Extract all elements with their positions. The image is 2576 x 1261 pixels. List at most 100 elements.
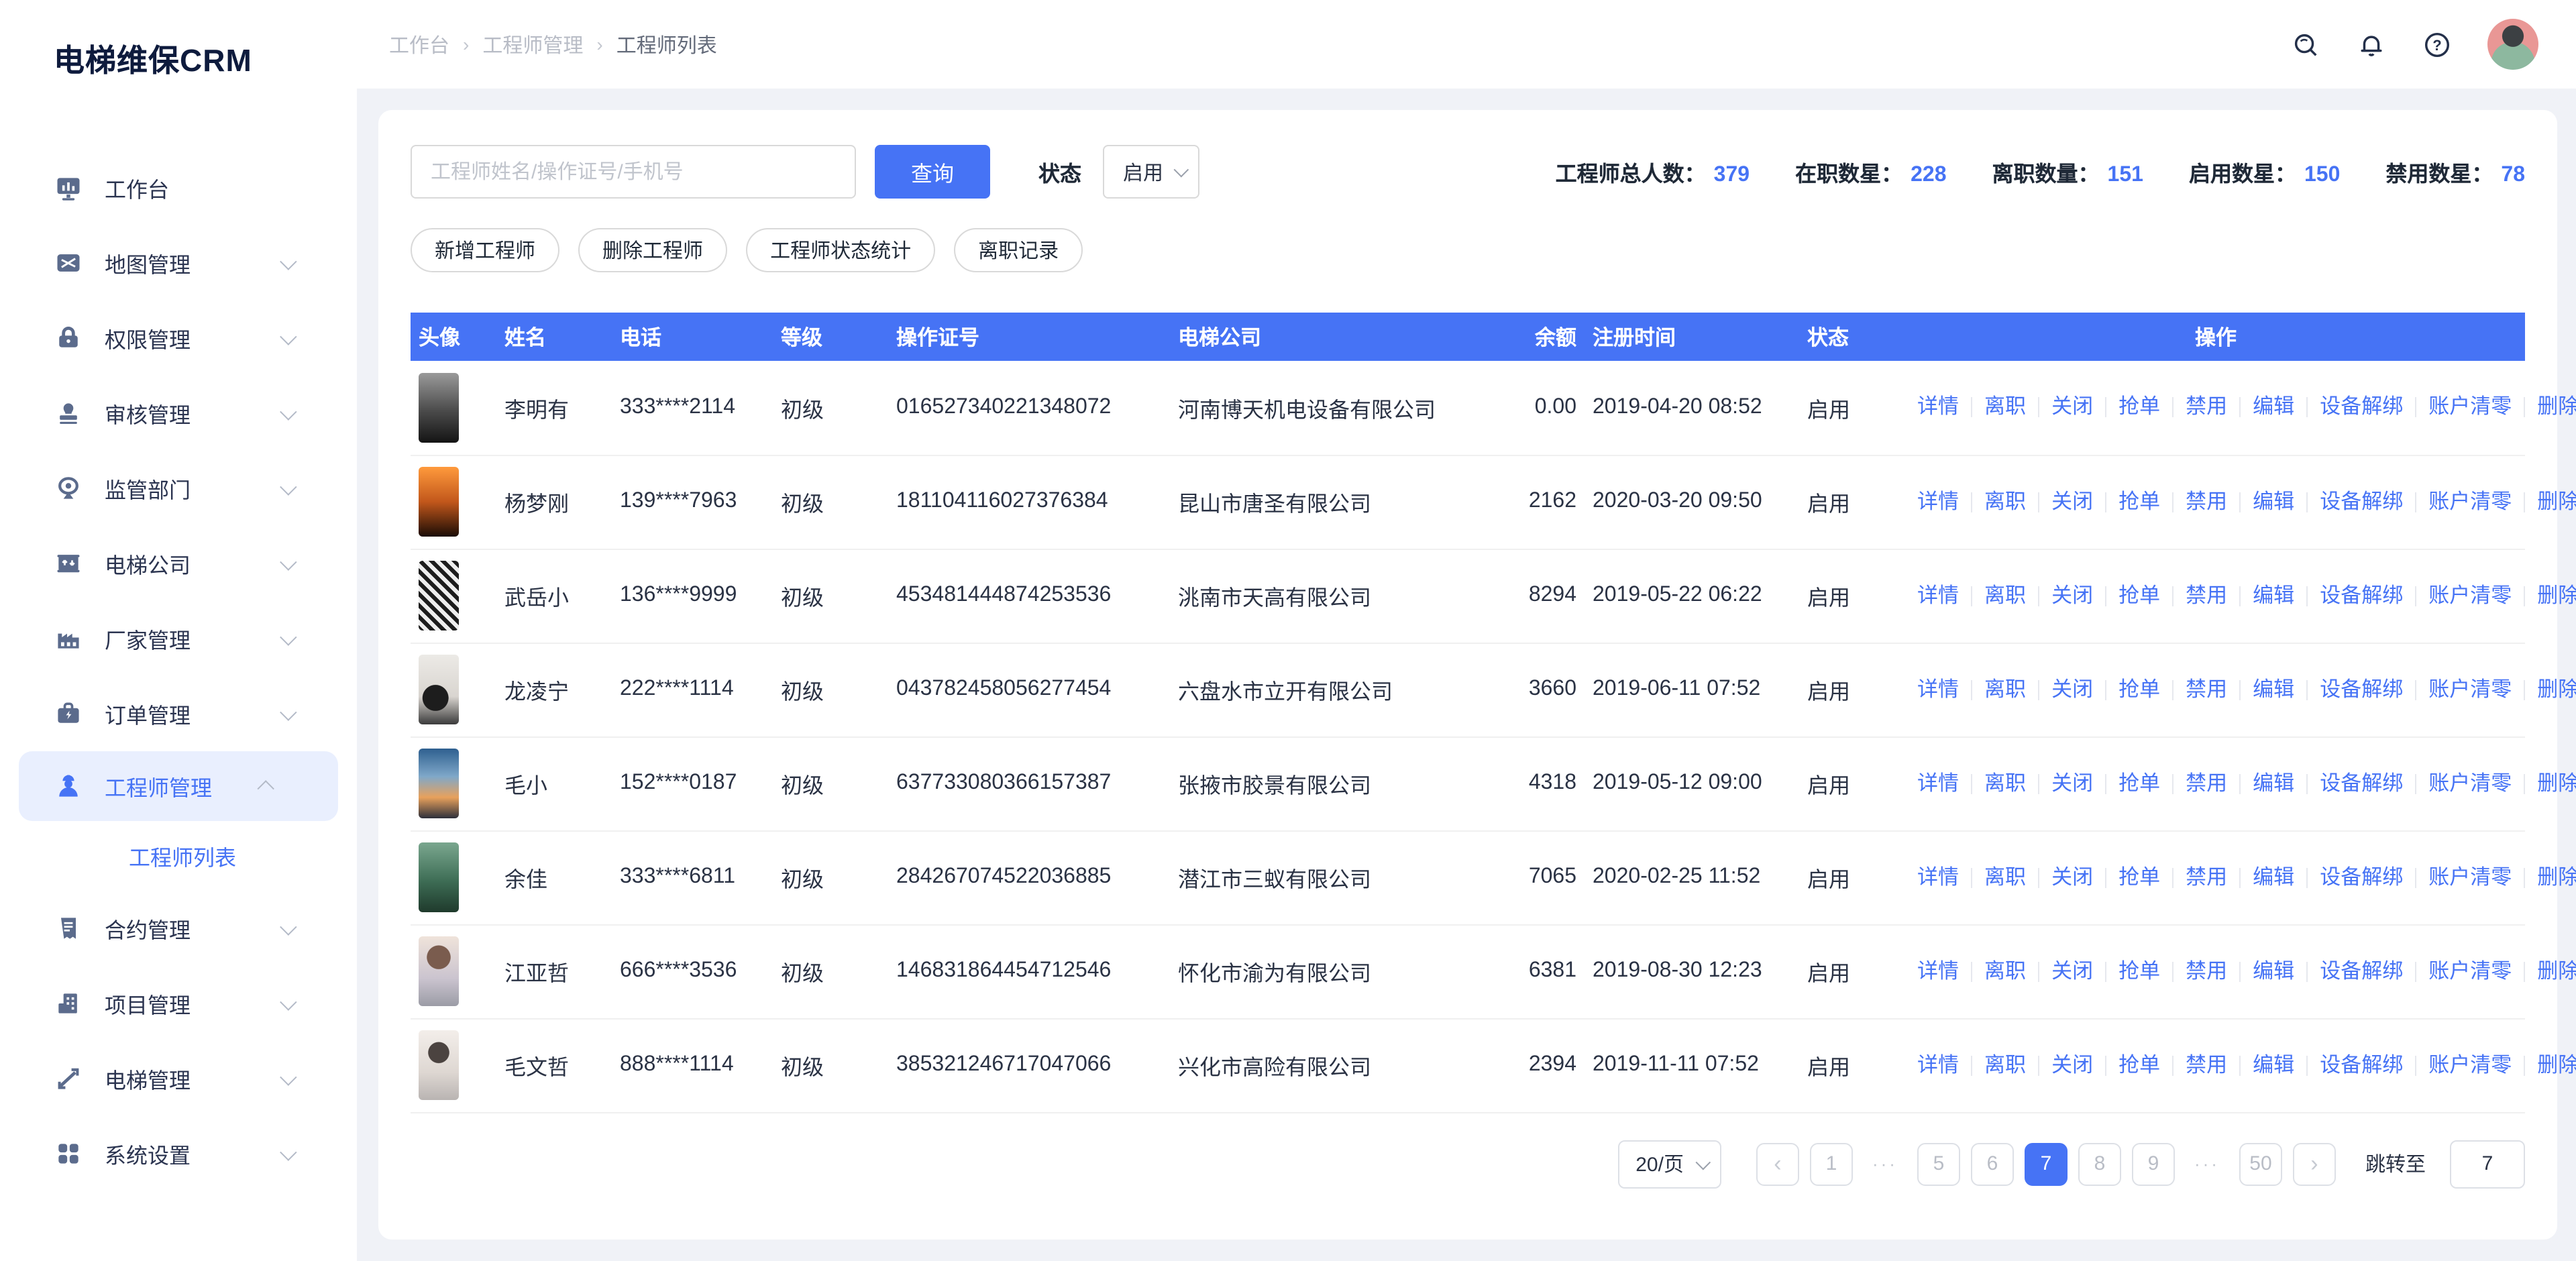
sidebar-item-supervision[interactable]: 监管部门 [0,451,357,526]
action-close[interactable]: 关闭 [2039,961,2106,981]
breadcrumb-item[interactable]: 工程师管理 [482,30,583,58]
action-reset-account[interactable]: 账户清零 [2416,586,2525,606]
sidebar-item-permission[interactable]: 权限管理 [0,300,357,376]
action-disable[interactable]: 禁用 [2174,586,2241,606]
action-resign[interactable]: 离职 [1972,867,2039,887]
action-close[interactable]: 关闭 [2039,492,2106,512]
action-unbind-device[interactable]: 设备解绑 [2308,586,2416,606]
action-grab-order[interactable]: 抢单 [2106,586,2174,606]
action-disable[interactable]: 禁用 [2174,398,2241,418]
sidebar-item-settings[interactable]: 系统设置 [0,1116,357,1191]
page-button-6[interactable]: 6 [1971,1142,2014,1185]
action-resign[interactable]: 离职 [1972,1055,2039,1075]
add-engineer-button[interactable]: 新增工程师 [411,228,559,272]
action-reset-account[interactable]: 账户清零 [2416,492,2525,512]
action-grab-order[interactable]: 抢单 [2106,492,2174,512]
search-input[interactable] [411,145,856,199]
action-edit[interactable]: 编辑 [2241,867,2308,887]
action-detail[interactable]: 详情 [1915,586,1972,606]
action-close[interactable]: 关闭 [2039,867,2106,887]
query-button[interactable]: 查询 [875,145,990,199]
search-icon[interactable] [2290,29,2321,60]
page-size-select[interactable]: 20/页 [1618,1140,1721,1188]
sidebar-item-audit[interactable]: 审核管理 [0,376,357,451]
action-detail[interactable]: 详情 [1915,1055,1972,1075]
action-edit[interactable]: 编辑 [2241,961,2308,981]
page-ellipsis[interactable]: ··· [1864,1142,1907,1185]
action-unbind-device[interactable]: 设备解绑 [2308,679,2416,700]
action-resign[interactable]: 离职 [1972,961,2039,981]
action-detail[interactable]: 详情 [1915,867,1972,887]
action-reset-account[interactable]: 账户清零 [2416,398,2525,418]
action-detail[interactable]: 详情 [1915,398,1972,418]
action-grab-order[interactable]: 抢单 [2106,1055,2174,1075]
action-close[interactable]: 关闭 [2039,586,2106,606]
sidebar-item-elevator[interactable]: 电梯管理 [0,1041,357,1116]
action-delete[interactable]: 删除 [2525,1055,2576,1075]
page-ellipsis[interactable]: ··· [2186,1142,2229,1185]
action-close[interactable]: 关闭 [2039,679,2106,700]
page-button-1[interactable]: 1 [1810,1142,1853,1185]
action-reset-account[interactable]: 账户清零 [2416,679,2525,700]
sidebar-item-workbench[interactable]: 工作台 [0,150,357,225]
user-avatar[interactable] [2487,19,2538,70]
action-resign[interactable]: 离职 [1972,398,2039,418]
action-detail[interactable]: 详情 [1915,773,1972,793]
engineer-status-stats-button[interactable]: 工程师状态统计 [746,228,935,272]
action-unbind-device[interactable]: 设备解绑 [2308,492,2416,512]
action-edit[interactable]: 编辑 [2241,773,2308,793]
help-icon[interactable]: ? [2422,29,2453,60]
action-edit[interactable]: 编辑 [2241,586,2308,606]
breadcrumb-item[interactable]: 工作台 [389,30,449,58]
bell-icon[interactable] [2356,29,2387,60]
sidebar-item-engineer-list[interactable]: 工程师列表 [0,821,357,891]
sidebar-item-elevator-company[interactable]: 电梯公司 [0,526,357,601]
sidebar-item-manufacturer[interactable]: 厂家管理 [0,601,357,676]
action-delete[interactable]: 删除 [2525,961,2576,981]
action-close[interactable]: 关闭 [2039,773,2106,793]
action-unbind-device[interactable]: 设备解绑 [2308,398,2416,418]
action-resign[interactable]: 离职 [1972,492,2039,512]
action-delete[interactable]: 删除 [2525,679,2576,700]
action-disable[interactable]: 禁用 [2174,867,2241,887]
action-reset-account[interactable]: 账户清零 [2416,961,2525,981]
action-unbind-device[interactable]: 设备解绑 [2308,961,2416,981]
action-grab-order[interactable]: 抢单 [2106,679,2174,700]
action-disable[interactable]: 禁用 [2174,773,2241,793]
sidebar-item-engineer[interactable]: 工程师管理 [19,751,338,821]
sidebar-item-project[interactable]: 项目管理 [0,966,357,1041]
action-grab-order[interactable]: 抢单 [2106,961,2174,981]
page-next-button[interactable]: › [2293,1142,2336,1185]
action-resign[interactable]: 离职 [1972,586,2039,606]
page-button-50[interactable]: 50 [2239,1142,2282,1185]
action-detail[interactable]: 详情 [1915,492,1972,512]
resign-records-button[interactable]: 离职记录 [954,228,1083,272]
page-button-9[interactable]: 9 [2132,1142,2175,1185]
action-edit[interactable]: 编辑 [2241,492,2308,512]
page-prev-button[interactable]: ‹ [1756,1142,1799,1185]
action-delete[interactable]: 删除 [2525,867,2576,887]
action-reset-account[interactable]: 账户清零 [2416,867,2525,887]
action-resign[interactable]: 离职 [1972,773,2039,793]
action-disable[interactable]: 禁用 [2174,492,2241,512]
action-close[interactable]: 关闭 [2039,398,2106,418]
sidebar-item-map[interactable]: 地图管理 [0,225,357,300]
action-delete[interactable]: 删除 [2525,586,2576,606]
action-delete[interactable]: 删除 [2525,398,2576,418]
status-select[interactable]: 启用 [1103,145,1199,199]
action-disable[interactable]: 禁用 [2174,679,2241,700]
sidebar-item-contract[interactable]: 合约管理 [0,891,357,966]
action-reset-account[interactable]: 账户清零 [2416,1055,2525,1075]
jump-page-input[interactable] [2450,1140,2525,1188]
sidebar-item-order[interactable]: 订单管理 [0,676,357,751]
action-reset-account[interactable]: 账户清零 [2416,773,2525,793]
action-close[interactable]: 关闭 [2039,1055,2106,1075]
delete-engineer-button[interactable]: 删除工程师 [578,228,727,272]
action-delete[interactable]: 删除 [2525,492,2576,512]
page-button-5[interactable]: 5 [1917,1142,1960,1185]
page-button-8[interactable]: 8 [2078,1142,2121,1185]
action-grab-order[interactable]: 抢单 [2106,398,2174,418]
action-edit[interactable]: 编辑 [2241,679,2308,700]
action-grab-order[interactable]: 抢单 [2106,867,2174,887]
action-edit[interactable]: 编辑 [2241,1055,2308,1075]
